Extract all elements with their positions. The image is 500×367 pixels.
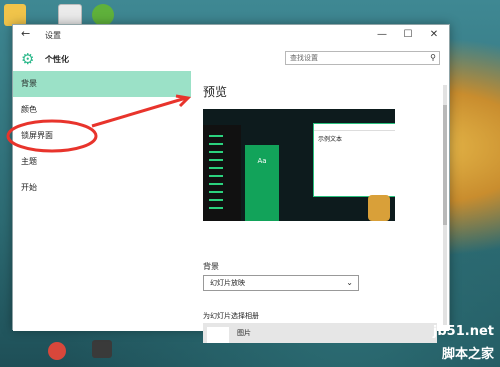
chevron-down-icon: ⌄ bbox=[346, 278, 353, 287]
sidebar-item-colors[interactable]: 颜色 bbox=[13, 97, 191, 123]
watermark-bottom: 脚本之家 bbox=[441, 347, 494, 362]
sidebar-item-themes[interactable]: 主题 bbox=[13, 149, 191, 175]
search-input[interactable]: 查找设置 ⚲ bbox=[285, 51, 440, 65]
sidebar-item-background[interactable]: 背景 bbox=[13, 71, 191, 97]
gear-icon: ⚙ bbox=[21, 50, 35, 68]
preview-tile-text: Aa bbox=[257, 157, 267, 165]
sidebar-item-start[interactable]: 开始 bbox=[13, 175, 191, 201]
main-panel: 查找设置 ⚲ 预览 Aa 示例文本 背景 幻灯片放映 ⌄ 为幻灯片选择相册 图片 bbox=[191, 45, 449, 343]
album-thumbnail bbox=[207, 327, 229, 343]
watermark: jb51.net 脚本之家 bbox=[388, 318, 498, 366]
preview-giraffe-image bbox=[368, 195, 390, 221]
maximize-button[interactable]: ☐ bbox=[397, 27, 419, 43]
sidebar-item-label: 背景 bbox=[21, 79, 37, 88]
album-item-label: 图片 bbox=[237, 329, 251, 337]
sidebar-item-label: 锁屏界面 bbox=[21, 131, 53, 140]
desktop-folder-icon[interactable] bbox=[4, 4, 26, 26]
desktop-monitor-icon[interactable] bbox=[92, 340, 112, 358]
window-title: 设置 bbox=[45, 31, 61, 40]
title-bar: ← 设置 — ☐ ✕ bbox=[13, 25, 449, 45]
sidebar-item-label: 开始 bbox=[21, 183, 37, 192]
album-label: 为幻灯片选择相册 bbox=[203, 312, 259, 320]
sidebar-title: 个性化 bbox=[45, 55, 69, 64]
sidebar-item-label: 主题 bbox=[21, 157, 37, 166]
scrollbar-thumb[interactable] bbox=[443, 105, 447, 225]
watermark-top: jb51.net bbox=[432, 324, 494, 339]
preview-window-bar bbox=[314, 124, 395, 131]
settings-window: ← 设置 — ☐ ✕ ⚙ 个性化 背景 颜色 锁屏界面 主题 开始 查找设置 ⚲… bbox=[12, 24, 450, 343]
page-title: 预览 bbox=[203, 85, 228, 99]
background-select-value: 幻灯片放映 bbox=[210, 279, 245, 287]
desktop-wifi-icon[interactable] bbox=[48, 342, 66, 360]
sidebar: ⚙ 个性化 背景 颜色 锁屏界面 主题 开始 bbox=[13, 45, 191, 331]
search-placeholder: 查找设置 bbox=[290, 54, 318, 62]
sidebar-menu: 背景 颜色 锁屏界面 主题 开始 bbox=[13, 71, 191, 201]
back-arrow-icon[interactable]: ← bbox=[21, 28, 30, 40]
desktop-app-icon[interactable] bbox=[92, 4, 114, 26]
preview-start-menu bbox=[203, 125, 241, 221]
preview-window: 示例文本 bbox=[313, 123, 395, 197]
minimize-button[interactable]: — bbox=[371, 27, 393, 43]
sidebar-item-label: 颜色 bbox=[21, 105, 37, 114]
preview-window-text: 示例文本 bbox=[318, 136, 343, 143]
background-select[interactable]: 幻灯片放映 ⌄ bbox=[203, 275, 359, 291]
sidebar-item-lock-screen[interactable]: 锁屏界面 bbox=[13, 123, 191, 149]
preview-tile: Aa bbox=[245, 145, 279, 221]
preview-start-lines-icon bbox=[209, 135, 223, 209]
background-label: 背景 bbox=[203, 262, 219, 271]
background-preview: Aa 示例文本 bbox=[203, 109, 395, 221]
sidebar-header: ⚙ 个性化 bbox=[19, 51, 189, 67]
close-button[interactable]: ✕ bbox=[423, 27, 445, 43]
search-icon[interactable]: ⚲ bbox=[430, 52, 436, 64]
